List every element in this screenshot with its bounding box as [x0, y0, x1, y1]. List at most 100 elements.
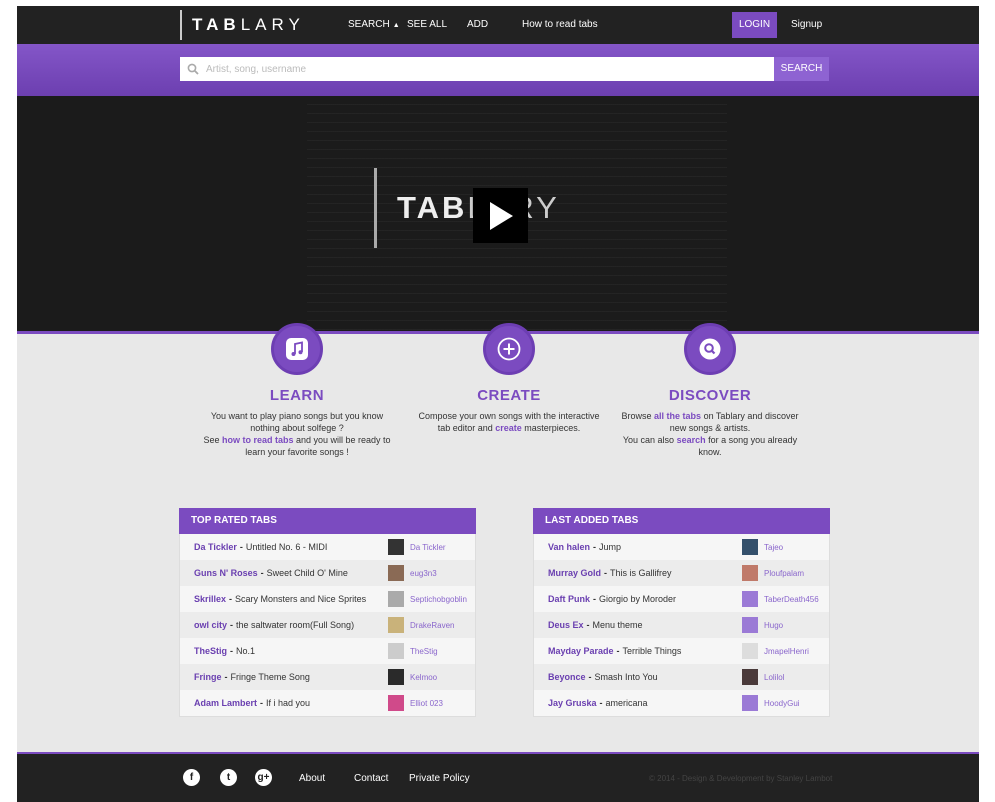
- how-to-read-tabs-link[interactable]: how to read tabs: [222, 435, 294, 445]
- tab-user-name[interactable]: Septichobgoblin: [410, 595, 467, 604]
- separator-dash: -: [604, 568, 608, 578]
- avatar: [742, 695, 758, 711]
- nav-see-all[interactable]: SEE ALL: [407, 6, 447, 44]
- play-button[interactable]: [473, 188, 528, 243]
- signup-link[interactable]: Signup: [791, 6, 822, 44]
- google-plus-icon[interactable]: g+: [255, 769, 272, 786]
- nav-how-to-read-tabs[interactable]: How to read tabs: [522, 6, 598, 44]
- tab-song-link[interactable]: Menu theme: [593, 620, 643, 630]
- hero-logo-bold: TAB: [397, 190, 468, 225]
- tab-song-link[interactable]: Fringe Theme Song: [231, 672, 310, 682]
- tab-artist-link[interactable]: Daft Punk: [548, 594, 590, 604]
- tab-song-link[interactable]: This is Gallifrey: [610, 568, 672, 578]
- tab-user-name[interactable]: Lolilol: [764, 673, 784, 682]
- tab-user[interactable]: TaberDeath456: [742, 591, 819, 607]
- tab-user[interactable]: Septichobgoblin: [388, 591, 467, 607]
- tab-song-link[interactable]: Untitled No. 6 - MIDI: [246, 542, 328, 552]
- all-tabs-link[interactable]: all the tabs: [654, 411, 701, 421]
- separator-dash: -: [593, 594, 597, 604]
- tab-song-link[interactable]: Jump: [599, 542, 621, 552]
- feature-create: CREATE Compose your own songs with the i…: [414, 323, 604, 434]
- feature-learn: LEARN You want to play piano songs but y…: [202, 323, 392, 458]
- search-input[interactable]: [206, 58, 774, 80]
- tab-artist-link[interactable]: Fringe: [194, 672, 222, 682]
- tab-user[interactable]: Ploufpalam: [742, 565, 804, 581]
- tab-artist-link[interactable]: Da Tickler: [194, 542, 237, 552]
- twitter-icon[interactable]: t: [220, 769, 237, 786]
- tab-user[interactable]: HoodyGui: [742, 695, 800, 711]
- tab-user-name[interactable]: HoodyGui: [764, 699, 800, 708]
- tab-artist-link[interactable]: TheStig: [194, 646, 227, 656]
- tab-user-name[interactable]: eug3n3: [410, 569, 437, 578]
- tab-user-name[interactable]: Kelmoo: [410, 673, 437, 682]
- logo-bold-text: TAB: [192, 15, 241, 34]
- tab-artist-link[interactable]: Van halen: [548, 542, 590, 552]
- tab-artist-link[interactable]: Guns N' Roses: [194, 568, 258, 578]
- separator-dash: -: [586, 620, 590, 630]
- tab-row: Jay Gruska - americana HoodyGui: [534, 690, 829, 716]
- search-link[interactable]: search: [677, 435, 706, 445]
- plus-icon: [497, 337, 521, 361]
- tab-artist-link[interactable]: Murray Gold: [548, 568, 601, 578]
- tab-user[interactable]: TheStig: [388, 643, 438, 659]
- tab-artist-link[interactable]: owl city: [194, 620, 227, 630]
- tab-user-name[interactable]: TheStig: [410, 647, 438, 656]
- tab-user-name[interactable]: Ploufpalam: [764, 569, 804, 578]
- tab-user[interactable]: DrakeRaven: [388, 617, 454, 633]
- tab-user-name[interactable]: Elliot 023: [410, 699, 443, 708]
- tab-row: Van halen - Jump Tajeo: [534, 534, 829, 560]
- tab-song-link[interactable]: Terrible Things: [623, 646, 682, 656]
- tab-artist-link[interactable]: Deus Ex: [548, 620, 584, 630]
- tab-artist-link[interactable]: Jay Gruska: [548, 698, 597, 708]
- nav-add[interactable]: ADD: [467, 6, 488, 44]
- avatar: [742, 643, 758, 659]
- tab-user-name[interactable]: DrakeRaven: [410, 621, 454, 630]
- footer-private-policy-link[interactable]: Private Policy: [409, 754, 470, 802]
- tab-user[interactable]: Kelmoo: [388, 669, 437, 685]
- login-button[interactable]: LOGIN: [732, 12, 777, 38]
- top-rated-panel: TOP RATED TABS Da Tickler - Untitled No. 6…: [179, 508, 476, 717]
- tab-artist-link[interactable]: Adam Lambert: [194, 698, 257, 708]
- tab-user[interactable]: JmapelHenri: [742, 643, 809, 659]
- learn-circle: [271, 323, 323, 375]
- tab-user[interactable]: eug3n3: [388, 565, 437, 581]
- footer-contact-link[interactable]: Contact: [354, 754, 388, 802]
- tab-song-link[interactable]: Sweet Child O' Mine: [267, 568, 348, 578]
- tab-song-link[interactable]: americana: [606, 698, 648, 708]
- tab-user-name[interactable]: JmapelHenri: [764, 647, 809, 656]
- tab-artist-link[interactable]: Skrillex: [194, 594, 226, 604]
- hero-video[interactable]: TABLARY: [17, 96, 979, 334]
- nav-search[interactable]: SEARCH ▲: [348, 6, 400, 44]
- footer-about-link[interactable]: About: [299, 754, 325, 802]
- search-button[interactable]: SEARCH: [774, 57, 829, 81]
- tab-song-link[interactable]: No.1: [236, 646, 255, 656]
- tab-user-name[interactable]: Da Tickler: [410, 543, 446, 552]
- logo-light-text: LARY: [240, 15, 305, 34]
- avatar: [742, 539, 758, 555]
- facebook-icon[interactable]: f: [183, 769, 200, 786]
- tab-song-link[interactable]: If i had you: [266, 698, 310, 708]
- tab-user-name[interactable]: TaberDeath456: [764, 595, 819, 604]
- tab-user[interactable]: Da Tickler: [388, 539, 446, 555]
- create-link[interactable]: create: [495, 423, 522, 433]
- tab-song-link[interactable]: Scary Monsters and Nice Sprites: [235, 594, 366, 604]
- search-field: [180, 57, 774, 81]
- tab-song-link[interactable]: Giorgio by Moroder: [599, 594, 676, 604]
- avatar: [388, 539, 404, 555]
- tab-song-link[interactable]: the saltwater room(Full Song): [236, 620, 354, 630]
- tab-artist-link[interactable]: Mayday Parade: [548, 646, 614, 656]
- tab-user[interactable]: Tajeo: [742, 539, 783, 555]
- tab-user-name[interactable]: Hugo: [764, 621, 783, 630]
- separator-dash: -: [230, 646, 233, 656]
- tab-artist-link[interactable]: Beyonce: [548, 672, 586, 682]
- tab-user[interactable]: Elliot 023: [388, 695, 443, 711]
- tab-user[interactable]: Hugo: [742, 617, 783, 633]
- tab-user-name[interactable]: Tajeo: [764, 543, 783, 552]
- tab-row: Fringe - Fringe Theme Song Kelmoo: [180, 664, 475, 690]
- avatar: [742, 565, 758, 581]
- site-logo[interactable]: TAB LARY: [180, 10, 305, 40]
- tab-user[interactable]: Lolilol: [742, 669, 784, 685]
- avatar: [388, 617, 404, 633]
- tab-song-link[interactable]: Smash Into You: [595, 672, 658, 682]
- avatar: [742, 669, 758, 685]
